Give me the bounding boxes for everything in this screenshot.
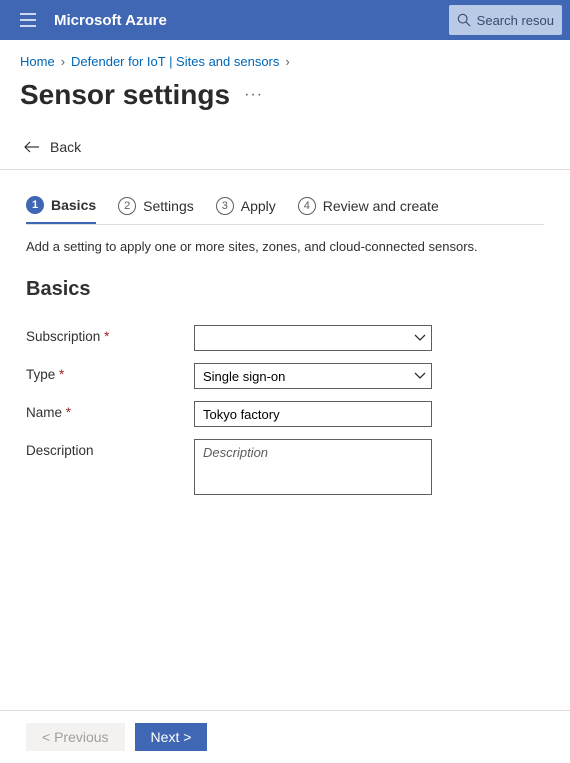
label-subscription: Subscription * xyxy=(26,325,194,344)
top-bar: Microsoft Azure Search resou xyxy=(0,0,570,40)
field-row-name: Name * xyxy=(26,401,544,427)
field-row-description: Description xyxy=(26,439,544,495)
page-title: Sensor settings xyxy=(20,79,230,111)
tab-basics[interactable]: 1 Basics xyxy=(26,196,96,224)
breadcrumb: Home › Defender for IoT | Sites and sens… xyxy=(0,40,570,77)
wizard-footer: < Previous Next > xyxy=(0,710,570,763)
name-input[interactable] xyxy=(194,401,432,427)
search-icon xyxy=(457,13,471,27)
label-type: Type * xyxy=(26,363,194,382)
chevron-right-icon: › xyxy=(285,54,289,69)
subscription-select[interactable] xyxy=(194,325,432,351)
tab-apply[interactable]: 3 Apply xyxy=(216,197,276,223)
back-button[interactable]: Back xyxy=(0,131,570,169)
tab-label: Basics xyxy=(51,197,96,213)
description-textarea[interactable] xyxy=(194,439,432,495)
tab-label: Apply xyxy=(241,198,276,214)
tab-number: 1 xyxy=(26,196,44,214)
more-actions-button[interactable]: ··· xyxy=(244,86,263,104)
tab-number: 2 xyxy=(118,197,136,215)
previous-button[interactable]: < Previous xyxy=(26,723,125,751)
chevron-right-icon: › xyxy=(61,54,65,69)
type-value[interactable] xyxy=(194,363,432,389)
tab-number: 4 xyxy=(298,197,316,215)
wizard-tabs: 1 Basics 2 Settings 3 Apply 4 Review and… xyxy=(26,196,544,224)
label-name: Name * xyxy=(26,401,194,420)
tab-review-create[interactable]: 4 Review and create xyxy=(298,197,439,223)
main-content: 1 Basics 2 Settings 3 Apply 4 Review and… xyxy=(0,170,570,495)
tab-settings[interactable]: 2 Settings xyxy=(118,197,194,223)
search-placeholder: Search resou xyxy=(477,13,554,28)
hamburger-icon xyxy=(20,13,36,27)
tab-label: Review and create xyxy=(323,198,439,214)
breadcrumb-defender-sites[interactable]: Defender for IoT | Sites and sensors xyxy=(71,54,279,69)
brand-label: Microsoft Azure xyxy=(54,12,167,29)
field-row-subscription: Subscription * xyxy=(26,325,544,351)
tab-number: 3 xyxy=(216,197,234,215)
hamburger-menu-button[interactable] xyxy=(8,0,48,40)
helper-text: Add a setting to apply one or more sites… xyxy=(26,239,544,254)
subscription-value[interactable] xyxy=(194,325,432,351)
arrow-left-icon xyxy=(24,141,40,153)
next-button[interactable]: Next > xyxy=(135,723,208,751)
page-title-row: Sensor settings ··· xyxy=(0,77,570,131)
back-label: Back xyxy=(50,139,81,155)
global-search-input[interactable]: Search resou xyxy=(449,5,562,35)
type-select[interactable] xyxy=(194,363,432,389)
field-row-type: Type * xyxy=(26,363,544,389)
section-heading-basics: Basics xyxy=(26,278,544,301)
breadcrumb-home[interactable]: Home xyxy=(20,54,55,69)
tab-label: Settings xyxy=(143,198,194,214)
label-description: Description xyxy=(26,439,194,458)
